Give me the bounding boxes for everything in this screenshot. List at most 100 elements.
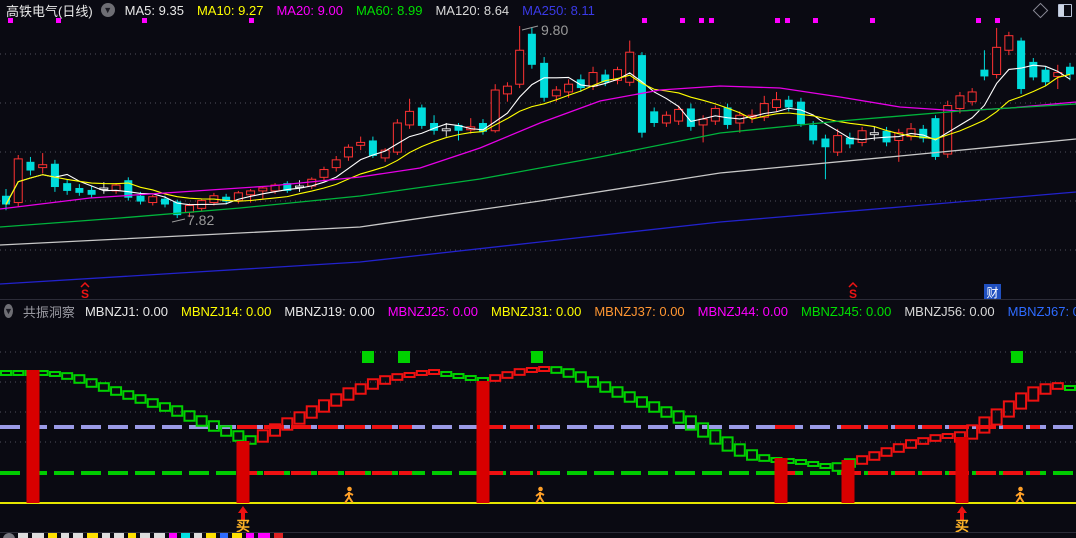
- wave-box: [0, 370, 12, 376]
- diamond-icon[interactable]: [1032, 2, 1049, 18]
- wave-box: [1002, 400, 1015, 418]
- main-chart-header: 高铁电气(日线) ▼ MA5: 9.35 MA10: 9.27 MA20: 9.00…: [0, 0, 1076, 20]
- candle: [967, 91, 977, 103]
- wave-box: [330, 393, 343, 407]
- walking-person-icon: [344, 486, 354, 504]
- cai-badge: 财: [986, 286, 998, 300]
- clipped-text-fragment: [220, 533, 228, 538]
- candle: [833, 135, 843, 153]
- wave-box: [721, 436, 734, 452]
- chevron-down-icon[interactable]: ▼: [4, 304, 13, 318]
- candle: [527, 33, 536, 65]
- candle: [784, 99, 793, 108]
- layout-split-icon[interactable]: [1058, 3, 1072, 17]
- wave-box: [892, 443, 905, 453]
- wave-box: [12, 370, 25, 376]
- top-square-marker: [398, 351, 410, 363]
- ma-line-ma120: [0, 138, 1076, 246]
- candle: [564, 83, 574, 93]
- chart-canvas[interactable]: 9.807.82S S 财 买买: [0, 0, 1076, 538]
- wave-box: [256, 429, 269, 443]
- wave-box: [171, 405, 184, 417]
- legend-item: MBNZJ1: 0.00: [84, 303, 169, 319]
- candle: [809, 124, 818, 141]
- candle: [87, 189, 96, 195]
- walking-person-icon: [535, 486, 545, 504]
- wave-box: [354, 383, 367, 395]
- legend-item: MBNZJ67: 0.00: [1007, 303, 1076, 319]
- wave-box: [905, 439, 918, 449]
- wave-box: [941, 433, 954, 439]
- signal-bar: [26, 370, 40, 503]
- legend-item: MBNZJ14: 0.00: [181, 303, 272, 319]
- clipped-text-fragment: [87, 533, 98, 538]
- wave-box: [501, 371, 514, 379]
- wave-box: [85, 378, 98, 388]
- wave-box: [146, 398, 159, 408]
- candle: [160, 198, 169, 205]
- candle: [821, 138, 830, 148]
- wave-box: [403, 372, 416, 378]
- wave-box: [97, 382, 110, 392]
- clipped-text-fragment: [232, 533, 242, 538]
- wave-box: [611, 386, 624, 398]
- wave-box: [868, 451, 881, 461]
- candle: [258, 187, 268, 192]
- legend-item: MA5: 9.35: [124, 2, 184, 18]
- panel-divider[interactable]: [0, 299, 1076, 300]
- wave-box: [1015, 392, 1028, 410]
- clipped-text-fragment: [206, 533, 216, 538]
- candle: [540, 62, 549, 98]
- ma-line-ma10: [5, 73, 1071, 205]
- wave-box: [758, 454, 771, 462]
- candle: [75, 187, 84, 193]
- wave-box: [158, 402, 171, 412]
- clipped-text-fragment: [73, 533, 83, 538]
- ma-line-ma250: [0, 191, 1076, 285]
- candle: [980, 69, 989, 77]
- candle: [698, 118, 708, 126]
- main-price-chart[interactable]: 9.807.82S S 财: [0, 18, 1076, 301]
- wave-box: [195, 415, 208, 427]
- wave-box: [807, 461, 820, 467]
- wave-box: [746, 449, 759, 461]
- candle: [710, 107, 720, 122]
- wave-box: [635, 396, 648, 408]
- wave-box: [232, 430, 245, 442]
- candle: [625, 51, 635, 83]
- wave-box: [794, 459, 807, 465]
- legend-item: MA20: 9.00: [276, 2, 343, 18]
- top-square-marker: [1011, 351, 1023, 363]
- wave-box: [293, 411, 306, 425]
- indicator-panel[interactable]: 买买: [0, 351, 1076, 534]
- wave-box: [317, 399, 330, 413]
- clipped-text-fragment: [32, 533, 44, 538]
- candle: [136, 195, 145, 202]
- candle: [331, 159, 341, 169]
- candle: [26, 161, 35, 171]
- price-extreme-label: 7.82: [187, 212, 214, 228]
- candle: [1029, 61, 1038, 78]
- wave-box: [525, 367, 538, 373]
- wave-box: [48, 371, 61, 377]
- candle: [650, 111, 659, 123]
- clipped-text-fragment: [274, 533, 283, 538]
- candle: [857, 130, 867, 143]
- wave-box: [856, 455, 869, 465]
- chevron-down-icon[interactable]: ▼: [100, 3, 115, 17]
- wave-box: [648, 401, 661, 413]
- top-square-marker: [531, 351, 543, 363]
- legend-item: MA250: 8.11: [522, 2, 595, 18]
- wave-box: [1027, 386, 1040, 402]
- wave-box: [831, 462, 844, 472]
- indicator-header: ▼ 共振洞察 MBNZJ1: 0.00 MBNZJ14: 0.00 MBNZJ19:…: [0, 301, 1076, 321]
- candle: [405, 110, 415, 126]
- chevron-circle-icon[interactable]: [3, 533, 15, 538]
- legend-item: MA10: 9.27: [196, 2, 264, 18]
- clipped-text-fragment: [246, 533, 254, 538]
- cutoff-next-panel-header: [0, 533, 1076, 538]
- walking-person-icon: [1015, 486, 1025, 504]
- price-extreme-label: 9.80: [541, 22, 568, 38]
- wave-box: [61, 372, 74, 380]
- legend-item: MBNZJ37: 0.00: [594, 303, 685, 319]
